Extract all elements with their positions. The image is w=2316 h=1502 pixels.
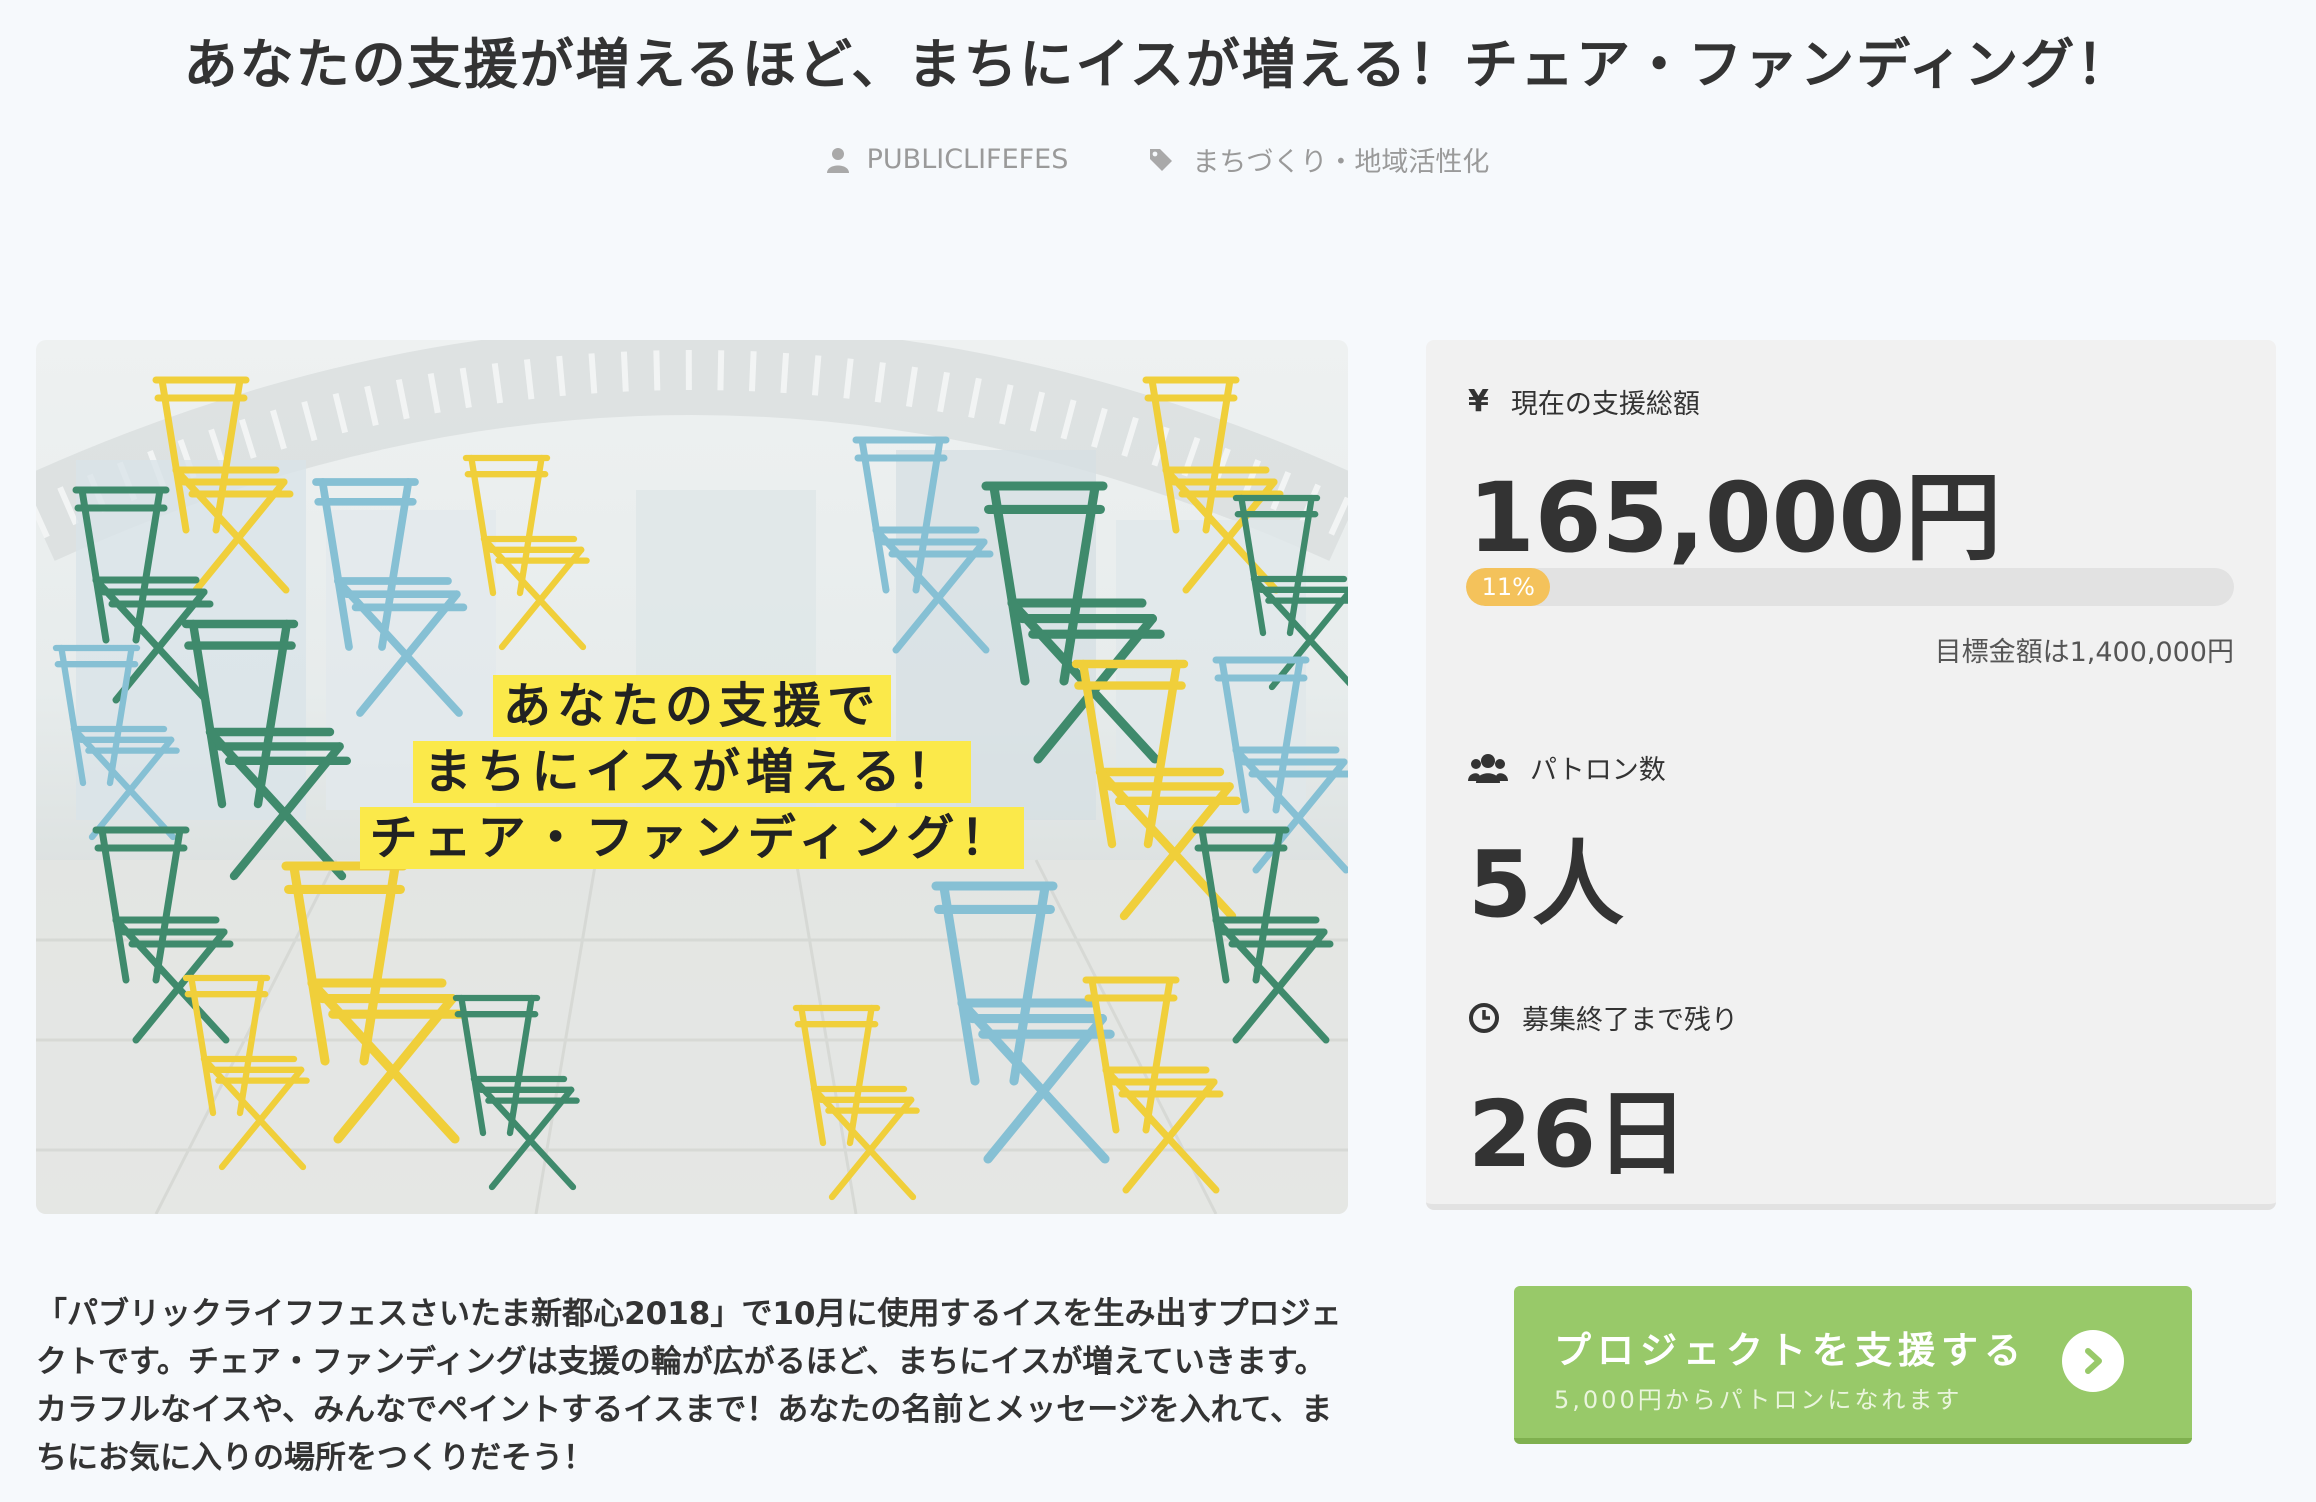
project-title: あなたの支援が増えるほど、まちにイスが増える！チェア・ファンディング！: [183, 33, 2133, 96]
patrons-label-text: パトロン数: [1530, 755, 1666, 786]
funding-stats-panel: ¥ 現在の支援総額 165,000円 11% 目標金額は1,400,000円 パ…: [1426, 340, 2276, 1210]
amount-label: ¥ 現在の支援総額: [1468, 382, 1700, 421]
project-hero-image: あなたの支援で まちにイスが増える！ チェア・ファンディング！: [36, 340, 1348, 1214]
patrons-label: パトロン数: [1468, 748, 1666, 787]
support-button-label: プロジェクトを支援する: [1554, 1329, 2027, 1372]
hero-caption-line: まちにイスが増える！: [413, 741, 971, 803]
hero-caption-line: チェア・ファンディング！: [359, 807, 1025, 869]
support-project-button[interactable]: プロジェクトを支援する 5,000円からパトロンになれます: [1514, 1286, 2192, 1444]
clock-icon: [1469, 1002, 1499, 1033]
hero-caption-line: あなたの支援で: [492, 675, 891, 737]
chevron-right-circle-icon: [2062, 1330, 2124, 1392]
amount-value: 165,000円: [1468, 462, 2002, 574]
author-link[interactable]: PUBLICLIFEFES: [826, 140, 1069, 179]
goal-amount: 目標金額は1,400,000円: [1934, 637, 2234, 668]
yen-icon: ¥: [1468, 384, 1489, 419]
remaining-label-text: 募集終了まで残り: [1522, 1005, 1738, 1036]
amount-label-text: 現在の支援総額: [1510, 389, 1700, 420]
category-name: まちづくり・地域活性化: [1192, 147, 1490, 178]
progress-fill: 11%: [1466, 568, 1551, 606]
category-link[interactable]: まちづくり・地域活性化: [1148, 140, 1489, 179]
remaining-label: 募集終了まで残り: [1468, 998, 1738, 1037]
project-meta: PUBLICLIFEFES まちづくり・地域活性化: [0, 140, 2316, 179]
hero-caption: あなたの支援で まちにイスが増える！ チェア・ファンディング！: [36, 675, 1348, 869]
tag-icon: [1150, 148, 1173, 171]
project-summary: 「パブリックライフフェスさいたま新都心2018」で10月に使用するイスを生み出す…: [36, 1296, 1342, 1476]
patrons-value: 5人: [1468, 831, 1625, 938]
users-icon: [1468, 753, 1508, 783]
funding-progress-bar: 11%: [1466, 568, 2234, 606]
support-button-sublabel: 5,000円からパトロンになれます: [1554, 1386, 1963, 1414]
user-icon: [826, 147, 849, 173]
remaining-value: 26日: [1468, 1081, 1689, 1188]
author-name: PUBLICLIFEFES: [866, 144, 1069, 175]
